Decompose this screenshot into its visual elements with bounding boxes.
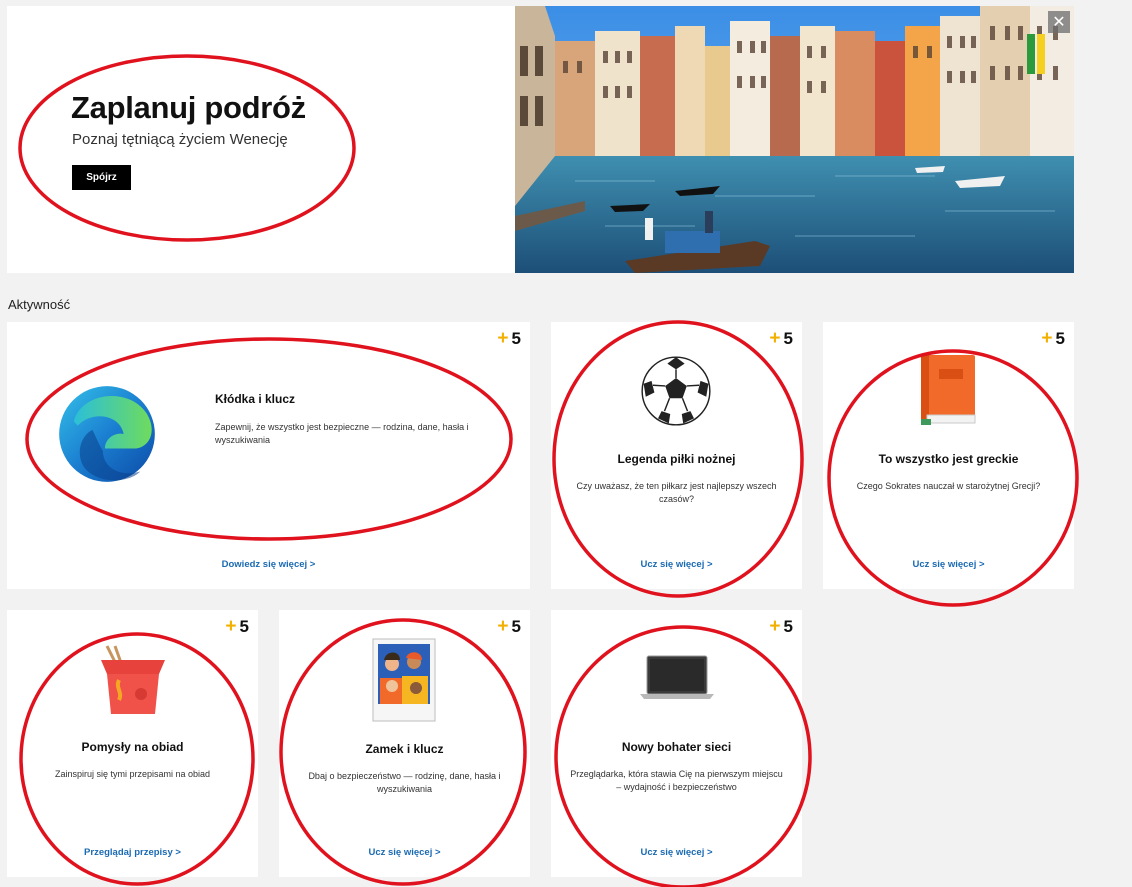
- points-value: 5: [783, 617, 793, 636]
- learn-more-link[interactable]: Ucz się więcej >: [551, 847, 802, 858]
- plus-icon: +: [497, 616, 509, 637]
- hero-subtitle: Poznaj tętniącą życiem Wenecję: [72, 131, 288, 148]
- plus-icon: +: [769, 328, 781, 349]
- edge-logo-icon: [59, 386, 155, 482]
- activity-card-lock-key[interactable]: + 5 Zamek i klucz Dbaj o bezpieczeństwo …: [279, 610, 530, 877]
- learn-more-link[interactable]: Ucz się więcej >: [823, 559, 1074, 570]
- points-badge: + 5: [497, 616, 521, 638]
- section-title-activity: Aktywność: [8, 297, 71, 312]
- learn-more-link[interactable]: Ucz się więcej >: [279, 847, 530, 858]
- activity-card-web-hero[interactable]: + 5 Nowy bohater sieci Przeglądarka, któ…: [551, 610, 802, 877]
- points-value: 5: [511, 329, 521, 348]
- card-title: Zamek i klucz: [365, 742, 444, 756]
- points-value: 5: [1055, 329, 1065, 348]
- points-badge: + 5: [225, 616, 249, 638]
- card-description: Zainspiruj się tymi przepisami na obiad: [54, 769, 211, 779]
- activity-card-padlock[interactable]: + 5 Kłódka i klucz Zapewnij, że wszystko…: [7, 322, 530, 589]
- soccer-ball-icon: [641, 356, 711, 426]
- card-description: Czego Sokrates nauczał w starożytnej Gre…: [856, 481, 1041, 491]
- laptop-icon: [640, 655, 714, 699]
- learn-more-link[interactable]: Dowiedz się więcej >: [7, 559, 530, 570]
- activity-card-football[interactable]: + 5 Legenda piłki nożnej Czy uważasz, że…: [551, 322, 802, 589]
- card-title: To wszystko jest greckie: [878, 452, 1019, 466]
- hero-title: Zaplanuj podróż: [71, 90, 306, 125]
- plus-icon: +: [497, 328, 509, 349]
- card-description: Zapewnij, że wszystko jest bezpieczne — …: [215, 422, 469, 445]
- book-icon: [921, 355, 976, 425]
- family-photo-icon: [372, 638, 436, 722]
- card-title: Kłódka i klucz: [215, 392, 296, 406]
- activity-card-greek[interactable]: + 5 To wszystko jest greckie Czego Sokra…: [823, 322, 1074, 589]
- card-description: Czy uważasz, że ten piłkarz jest najleps…: [576, 481, 777, 504]
- card-description: Dbaj o bezpieczeństwo — rodzinę, dane, h…: [308, 771, 501, 794]
- plus-icon: +: [769, 616, 781, 637]
- plus-icon: +: [225, 616, 237, 637]
- points-value: 5: [783, 329, 793, 348]
- points-badge: + 5: [769, 328, 793, 350]
- points-badge: + 5: [497, 328, 521, 350]
- card-title: Nowy bohater sieci: [621, 740, 732, 754]
- hero-cta-button[interactable]: Spójrz: [72, 165, 131, 190]
- card-title: Pomysły na obiad: [81, 740, 184, 754]
- points-value: 5: [511, 617, 521, 636]
- venice-canal-image[interactable]: [515, 6, 1074, 273]
- card-description: Przeglądarka, która stawia Cię na pierws…: [570, 769, 783, 792]
- learn-more-link[interactable]: Ucz się więcej >: [551, 559, 802, 570]
- browse-recipes-link[interactable]: Przeglądaj przepisy >: [7, 847, 258, 858]
- card-title: Legenda piłki nożnej: [617, 452, 736, 466]
- points-badge: + 5: [1041, 328, 1065, 350]
- takeout-box-icon: [101, 645, 165, 714]
- points-value: 5: [239, 617, 249, 636]
- activity-card-dinner[interactable]: + 5 Pomysły na obiad Zainspiruj się tymi…: [7, 610, 258, 877]
- plus-icon: +: [1041, 328, 1053, 349]
- hero-banner: Zaplanuj podróż Poznaj tętniącą życiem W…: [7, 6, 1074, 273]
- points-badge: + 5: [769, 616, 793, 638]
- close-icon[interactable]: ✕: [1048, 11, 1070, 33]
